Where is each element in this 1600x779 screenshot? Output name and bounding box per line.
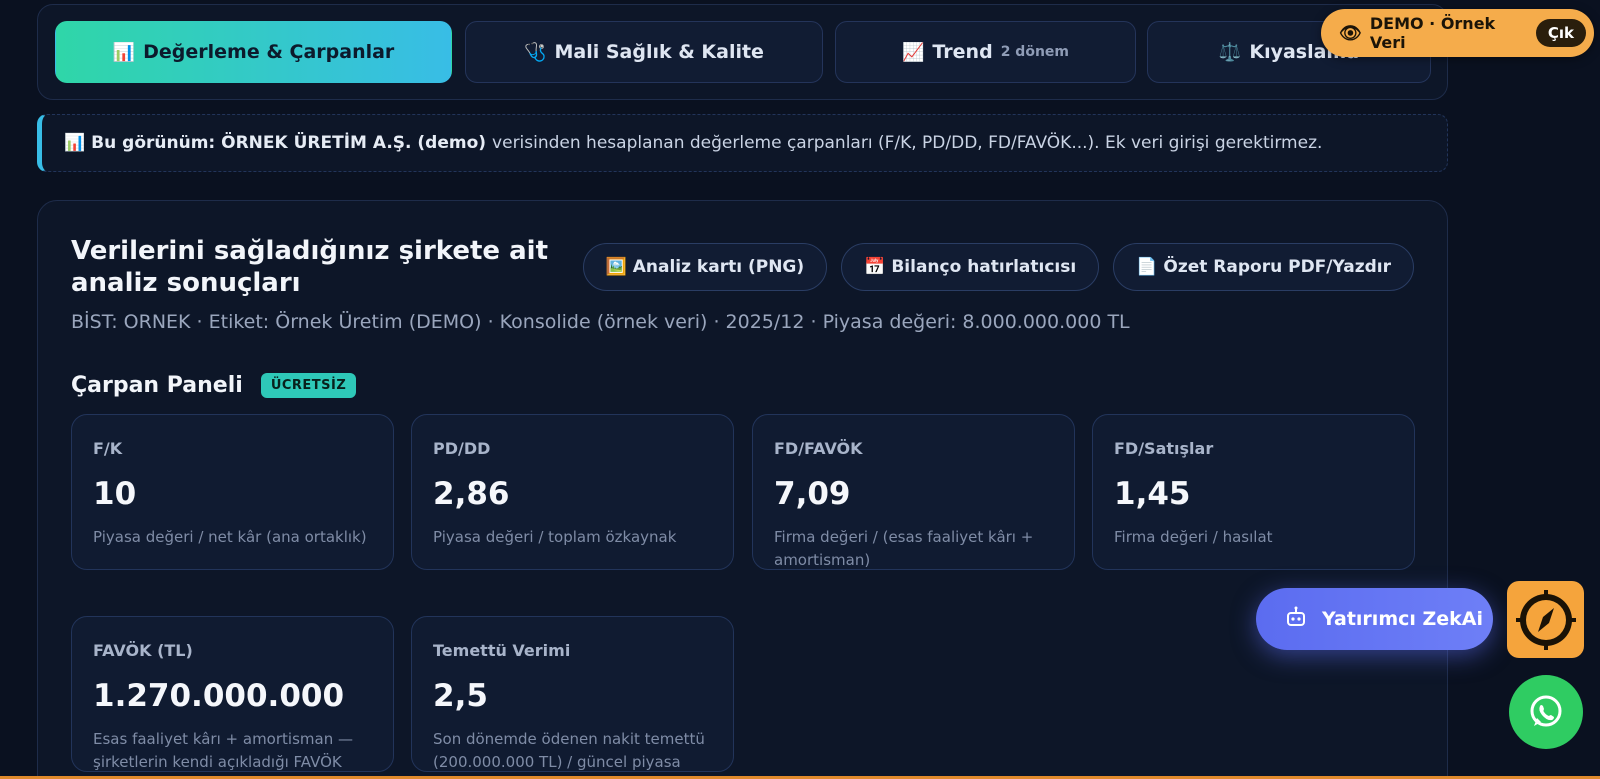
info-bold: Bu görünüm: ÖRNEK ÜRETİM A.Ş. (demo) bbox=[91, 133, 487, 153]
button-label: Bilanço hatırlatıcısı bbox=[891, 257, 1077, 277]
whatsapp-button[interactable] bbox=[1509, 675, 1583, 749]
metric-value: 2,86 bbox=[433, 476, 510, 512]
demo-label: DEMO · Örnek Veri bbox=[1369, 14, 1496, 52]
tab-label: Mali Sağlık & Kalite bbox=[554, 41, 764, 63]
metric-label: FD/FAVÖK bbox=[774, 439, 863, 458]
section-title: Çarpan Paneli bbox=[71, 373, 243, 398]
metric-card-dividend-yield: Temettü Verimi 2,5 Son dönemde ödenen na… bbox=[411, 616, 734, 772]
investor-ai-button[interactable]: Yatırımcı ZekAi bbox=[1256, 588, 1493, 650]
eye-icon: 👁 bbox=[1339, 22, 1362, 44]
metric-desc: Esas faaliyet kârı + amortisman — şirket… bbox=[93, 730, 353, 771]
metric-card-ev-sales: FD/Satışlar 1,45 Firma değeri / hasılat bbox=[1092, 414, 1415, 570]
tab-trend[interactable]: 📈 Trend 2 dönem bbox=[835, 21, 1136, 83]
tab-financial-health[interactable]: 🩺 Mali Sağlık & Kalite bbox=[465, 21, 823, 83]
metric-desc: Firma değeri / (esas faaliyet kârı + amo… bbox=[774, 528, 1034, 569]
metric-desc: Firma değeri / hasılat bbox=[1114, 528, 1273, 546]
investor-ai-label: Yatırımcı ZekAi bbox=[1322, 608, 1484, 630]
compass-button[interactable] bbox=[1507, 581, 1584, 658]
analysis-card-button[interactable]: 🖼️ Analiz kartı (PNG) bbox=[582, 243, 828, 291]
metric-card-pe: F/K 10 Piyasa değeri / net kâr (ana orta… bbox=[71, 414, 394, 570]
metric-value: 1,45 bbox=[1114, 476, 1191, 512]
metric-label: Temettü Verimi bbox=[433, 641, 571, 660]
metric-label: F/K bbox=[93, 439, 123, 458]
scales-icon: ⚖️ bbox=[1218, 41, 1242, 63]
metric-desc: Son dönemde ödenen nakit temettü (200.00… bbox=[433, 730, 705, 771]
bar-chart-icon: 📊 bbox=[64, 133, 86, 153]
bar-chart-icon: 📊 bbox=[112, 41, 136, 63]
section-header: Çarpan Paneli ÜCRETSİZ bbox=[71, 373, 357, 398]
tab-label: Trend bbox=[932, 41, 993, 63]
stethoscope-icon: 🩺 bbox=[524, 41, 547, 63]
pdf-report-button[interactable]: 📄 Özet Raporu PDF/Yazdır bbox=[1113, 243, 1414, 291]
action-buttons: 🖼️ Analiz kartı (PNG) 📅 Bilanço hatırlat… bbox=[582, 243, 1414, 291]
free-badge: ÜCRETSİZ bbox=[260, 373, 357, 398]
metric-label: FD/Satışlar bbox=[1114, 439, 1214, 458]
button-label: Analiz kartı (PNG) bbox=[632, 257, 805, 277]
image-icon: 🖼️ bbox=[605, 257, 627, 277]
metric-value: 1.270.000.000 bbox=[93, 678, 345, 714]
metric-value: 7,09 bbox=[774, 476, 851, 512]
line-chart-icon: 📈 bbox=[902, 41, 925, 63]
whatsapp-icon bbox=[1530, 695, 1562, 727]
document-icon: 📄 bbox=[1136, 257, 1158, 277]
metric-value: 2,5 bbox=[433, 678, 488, 714]
page-title: Verilerini sağladığınız şirkete ait anal… bbox=[71, 236, 549, 298]
metric-desc: Piyasa değeri / net kâr (ana ortaklık) bbox=[93, 528, 367, 546]
balance-reminder-button[interactable]: 📅 Bilanço hatırlatıcısı bbox=[841, 243, 1100, 291]
metric-label: FAVÖK (TL) bbox=[93, 641, 193, 660]
metric-card-pb: PD/DD 2,86 Piyasa değeri / toplam özkayn… bbox=[411, 414, 734, 570]
demo-banner: 👁 DEMO · Örnek Veri Çık bbox=[1321, 9, 1594, 57]
metric-desc: Piyasa değeri / toplam özkaynak bbox=[433, 528, 677, 546]
metric-card-ebitda: FAVÖK (TL) 1.270.000.000 Esas faaliyet k… bbox=[71, 616, 394, 772]
metric-label: PD/DD bbox=[433, 439, 491, 458]
exit-demo-button[interactable]: Çık bbox=[1535, 19, 1586, 47]
analysis-tabs: 📊 Değerleme & Çarpanlar 🩺 Mali Sağlık & … bbox=[37, 4, 1448, 100]
robot-icon bbox=[1284, 605, 1308, 634]
company-meta: BİST: ORNEK · Etiket: Örnek Üretim (DEMO… bbox=[71, 311, 1130, 333]
info-text: verisinden hesaplanan değerleme çarpanla… bbox=[492, 133, 1323, 153]
tab-label: Değerleme & Çarpanlar bbox=[143, 41, 395, 63]
tab-valuation[interactable]: 📊 Değerleme & Çarpanlar bbox=[55, 21, 452, 83]
button-label: Özet Raporu PDF/Yazdır bbox=[1163, 257, 1391, 277]
metric-card-ev-ebitda: FD/FAVÖK 7,09 Firma değeri / (esas faali… bbox=[752, 414, 1075, 570]
calendar-icon: 📅 bbox=[864, 257, 886, 277]
results-panel: Verilerini sağladığınız şirkete ait anal… bbox=[37, 200, 1448, 779]
metric-value: 10 bbox=[93, 476, 137, 512]
info-bar: 📊 Bu görünüm: ÖRNEK ÜRETİM A.Ş. (demo) v… bbox=[37, 114, 1448, 172]
tab-sub-label: 2 dönem bbox=[1000, 44, 1069, 60]
compass-icon bbox=[1515, 589, 1576, 650]
